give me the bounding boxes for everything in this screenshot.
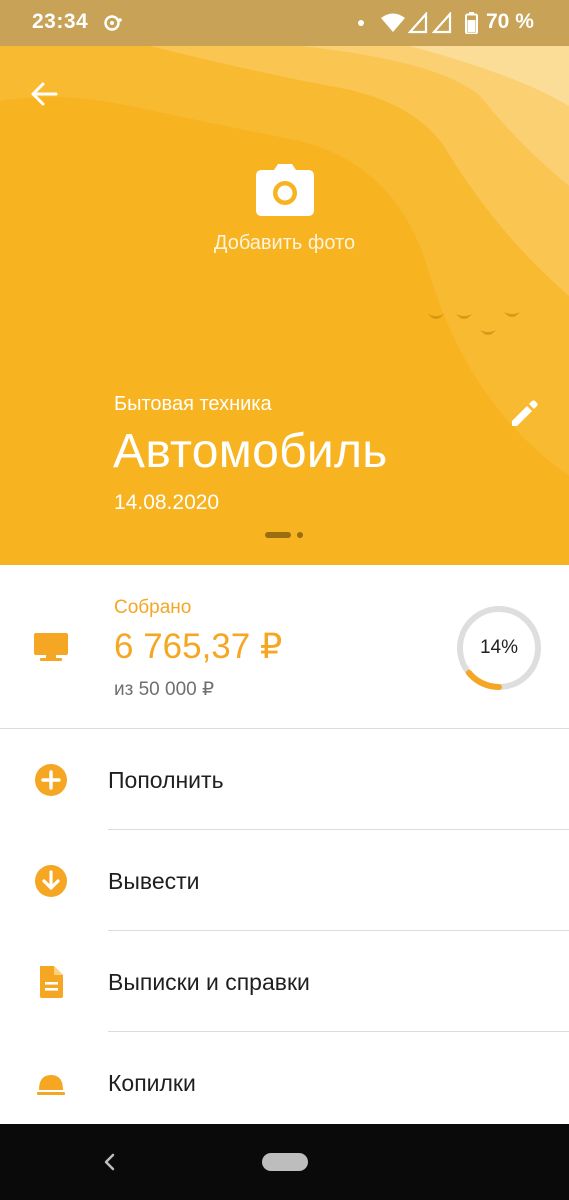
goal-amount: из 50 000 ₽ bbox=[114, 679, 215, 700]
page-indicator-active bbox=[265, 532, 291, 538]
menu-item-top-up[interactable]: Пополнить bbox=[0, 729, 569, 830]
menu-item-label: Вывести bbox=[108, 868, 200, 894]
system-nav-bar bbox=[0, 1124, 569, 1200]
page-indicator-dot bbox=[297, 532, 303, 538]
back-arrow-icon bbox=[31, 82, 58, 106]
goal-title: Автомобиль bbox=[113, 425, 388, 478]
back-button[interactable] bbox=[22, 74, 66, 114]
goal-category: Бытовая техника bbox=[114, 393, 272, 415]
menu-item-label: Пополнить bbox=[108, 767, 224, 793]
arrow-down-circle-icon bbox=[35, 865, 67, 897]
nav-home-pill[interactable] bbox=[262, 1153, 308, 1171]
pencil-icon bbox=[512, 400, 538, 426]
add-photo-label[interactable]: Добавить фото bbox=[0, 232, 569, 255]
edit-button[interactable] bbox=[504, 394, 544, 434]
decorative-birds bbox=[428, 312, 520, 335]
collected-amount: 6 765,37 ₽ bbox=[114, 627, 283, 666]
header-wave-background bbox=[0, 46, 569, 476]
collected-label: Собрано bbox=[114, 597, 192, 618]
goal-header: Добавить фото Бытовая техника Автомобиль… bbox=[0, 46, 569, 565]
piggy-bank-icon bbox=[37, 1075, 65, 1095]
status-time: 23:34 bbox=[32, 10, 89, 33]
progress-percent: 14% bbox=[479, 637, 519, 658]
monitor-icon bbox=[34, 633, 68, 661]
signal-icon bbox=[432, 12, 452, 34]
nav-back-icon[interactable] bbox=[98, 1150, 122, 1174]
menu-item-label: Выписки и справки bbox=[108, 969, 310, 995]
battery-percent: 70 % bbox=[486, 10, 534, 33]
menu-item-piggy-banks[interactable]: Копилки bbox=[0, 1032, 569, 1133]
savings-summary: Собрано 6 765,37 ₽ из 50 000 ₽ 14% bbox=[0, 565, 569, 729]
plus-circle-icon bbox=[35, 764, 67, 796]
battery-icon bbox=[465, 12, 478, 34]
signal-icon bbox=[408, 12, 428, 34]
document-icon bbox=[40, 966, 63, 998]
dot-icon bbox=[358, 20, 364, 26]
notification-icon bbox=[104, 15, 122, 31]
wifi-icon bbox=[381, 13, 405, 32]
menu-item-withdraw[interactable]: Вывести bbox=[0, 830, 569, 931]
menu-item-label: Копилки bbox=[108, 1070, 196, 1096]
status-bar: 23:34 70 % bbox=[0, 0, 569, 46]
goal-date: 14.08.2020 bbox=[114, 491, 220, 514]
menu-item-statements[interactable]: Выписки и справки bbox=[0, 931, 569, 1032]
camera-icon[interactable] bbox=[256, 164, 314, 216]
